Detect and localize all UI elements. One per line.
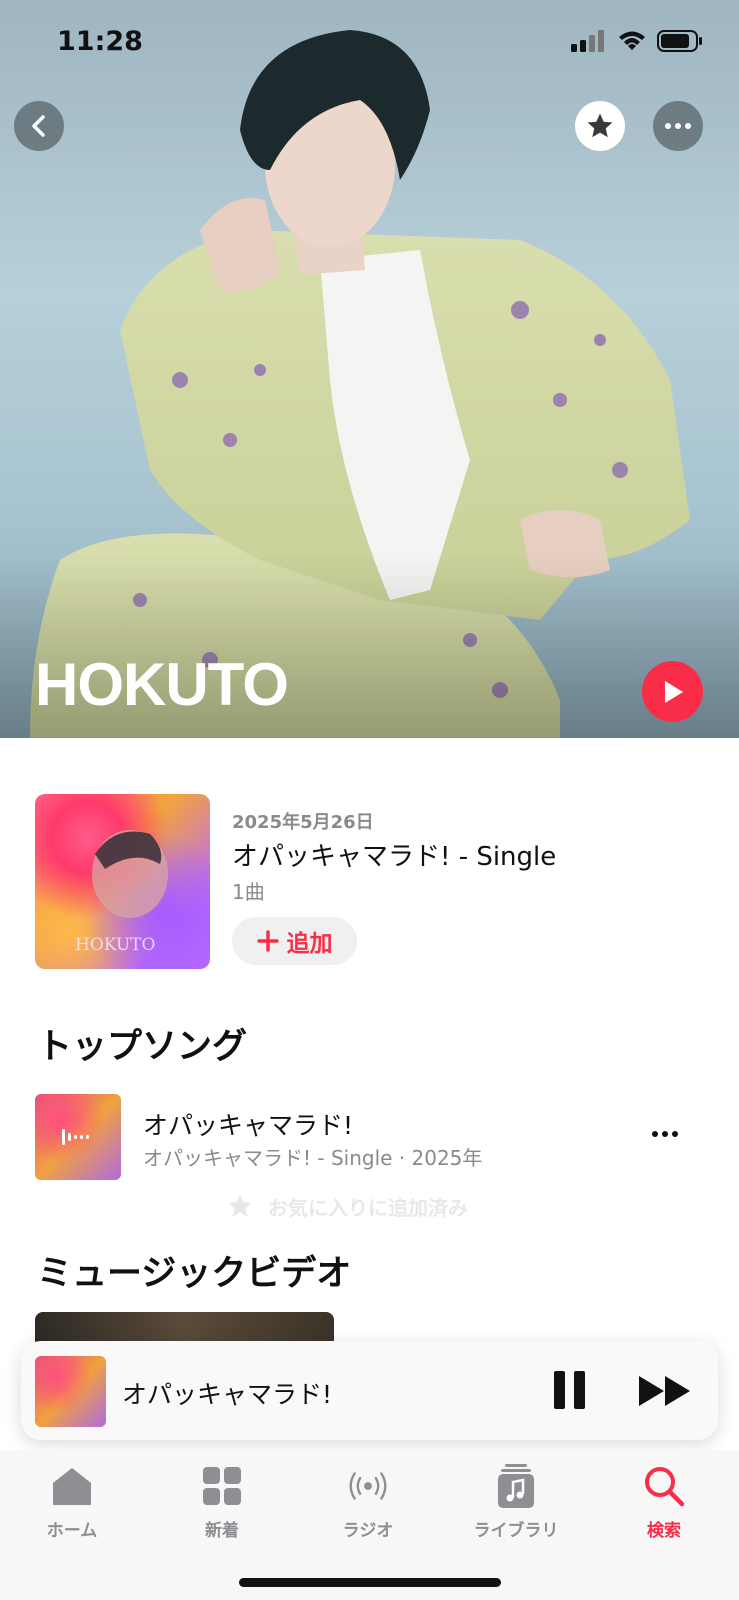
tab-new-label: 新着 bbox=[205, 1521, 239, 1541]
toast-text: お気に入りに追加済み bbox=[268, 1195, 468, 1220]
song-more-button[interactable] bbox=[645, 1124, 685, 1144]
status-icons bbox=[571, 30, 703, 52]
now-playing-bars-icon bbox=[62, 1129, 89, 1145]
tab-radio-label: ラジオ bbox=[342, 1521, 394, 1541]
home-icon bbox=[50, 1464, 94, 1508]
radio-icon bbox=[346, 1464, 390, 1508]
library-icon bbox=[494, 1464, 538, 1508]
artist-photo bbox=[0, 0, 739, 738]
ellipsis-icon bbox=[652, 1131, 678, 1137]
status-time: 11:28 bbox=[57, 26, 143, 57]
play-artist-button[interactable] bbox=[642, 661, 703, 722]
tab-search-label: 検索 bbox=[647, 1521, 681, 1541]
back-button[interactable] bbox=[14, 101, 64, 151]
wifi-icon bbox=[619, 31, 645, 50]
pause-bar-left bbox=[554, 1371, 565, 1409]
tab-radio[interactable]: ラジオ bbox=[308, 1464, 428, 1544]
tab-library[interactable]: ライブラリ bbox=[456, 1464, 576, 1544]
release-art-logo: HOKUTO bbox=[75, 935, 155, 955]
release-artwork[interactable]: HOKUTO bbox=[35, 794, 210, 969]
release-title[interactable]: オパッキャマラド! - Single bbox=[232, 836, 556, 873]
now-playing-title: オパッキャマラド! bbox=[122, 1380, 333, 1409]
chevron-left-icon bbox=[32, 115, 45, 137]
mini-player[interactable]: オパッキャマラド! bbox=[21, 1341, 718, 1440]
favorite-button[interactable] bbox=[575, 101, 625, 151]
top-songs-heading[interactable]: トップソング bbox=[37, 1018, 247, 1069]
artist-name: HOKUTO bbox=[35, 651, 289, 718]
add-button-label: 追加 bbox=[286, 931, 333, 957]
tab-home-label: ホーム bbox=[46, 1521, 98, 1541]
release-art-image: HOKUTO bbox=[75, 830, 168, 955]
pause-button[interactable] bbox=[554, 1371, 588, 1411]
tab-search[interactable]: 検索 bbox=[604, 1464, 724, 1544]
tab-library-label: ライブラリ bbox=[473, 1521, 559, 1541]
favorite-added-toast: お気に入りに追加済み bbox=[226, 1188, 536, 1224]
play-icon bbox=[664, 680, 683, 703]
status-bar: 11:28 bbox=[0, 0, 739, 90]
tab-home[interactable]: ホーム bbox=[12, 1464, 132, 1544]
grid-icon bbox=[200, 1464, 244, 1508]
battery-icon bbox=[657, 30, 702, 52]
song-subtitle: オパッキャマラド! - Single · 2025年 bbox=[143, 1146, 483, 1170]
pause-bar-right bbox=[574, 1371, 585, 1409]
tab-new[interactable]: 新着 bbox=[162, 1464, 282, 1544]
song-artwork bbox=[35, 1094, 121, 1180]
fast-forward-icon[interactable] bbox=[637, 1373, 693, 1409]
song-row[interactable]: オパッキャマラド! オパッキャマラド! - Single · 2025年 bbox=[35, 1094, 705, 1180]
plus-icon bbox=[256, 930, 279, 952]
search-icon bbox=[642, 1464, 686, 1508]
add-to-library-button[interactable]: 追加 bbox=[232, 917, 357, 965]
star-icon bbox=[228, 1194, 252, 1217]
more-options-button[interactable] bbox=[653, 101, 703, 151]
now-playing-artwork bbox=[35, 1356, 106, 1427]
artist-hero: 11:28 HOKUTO bbox=[0, 0, 739, 738]
ellipsis-icon bbox=[665, 123, 691, 129]
release-track-count: 1曲 bbox=[232, 880, 265, 904]
home-indicator[interactable] bbox=[239, 1578, 501, 1587]
release-date: 2025年5月26日 bbox=[232, 812, 374, 833]
cellular-signal-icon bbox=[571, 30, 604, 52]
song-title: オパッキャマラド! bbox=[143, 1111, 354, 1140]
star-icon bbox=[587, 113, 613, 138]
music-videos-heading[interactable]: ミュージックビデオ bbox=[37, 1245, 351, 1296]
